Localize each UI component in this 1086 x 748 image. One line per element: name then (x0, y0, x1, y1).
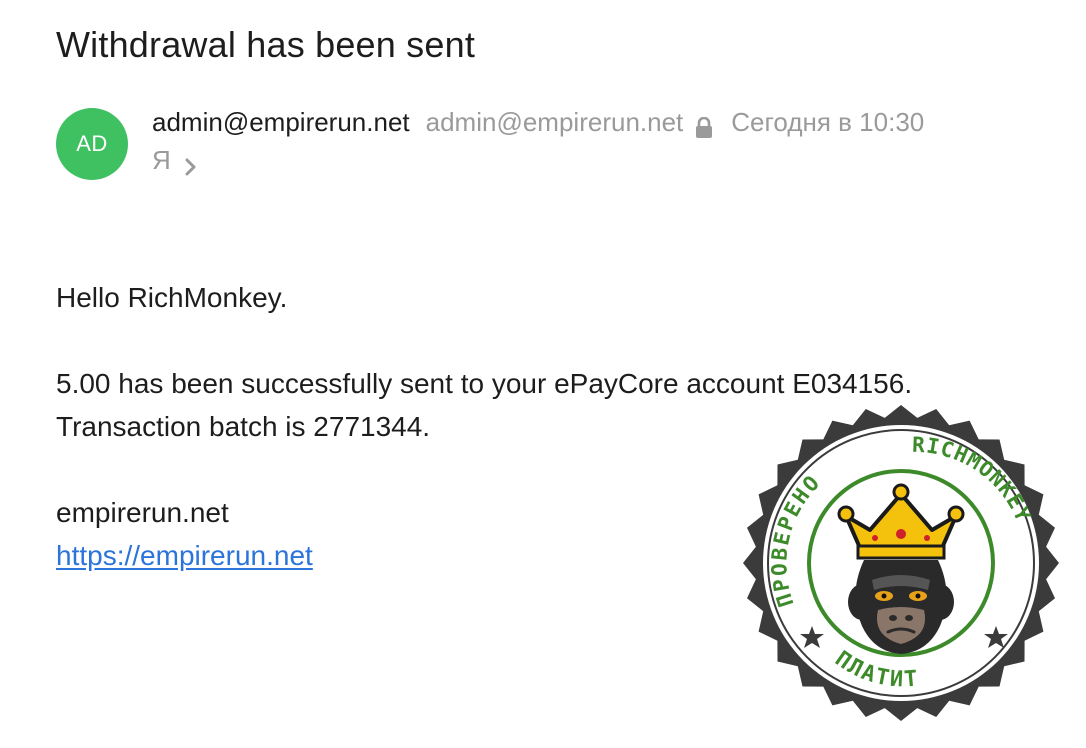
avatar-initials: AD (76, 131, 108, 156)
recipient-line[interactable]: Я (152, 142, 197, 178)
verified-stamp: ПРОВЕРЕНО RICHMONKEY ПЛАТИТ (742, 404, 1060, 722)
sender-email[interactable]: admin@empirerun.net (426, 104, 684, 140)
signature-link[interactable]: https://empirerun.net (56, 540, 313, 571)
greeting: Hello RichMonkey. (56, 282, 288, 313)
sender-name[interactable]: admin@empirerun.net (152, 104, 410, 140)
lock-icon (695, 112, 713, 138)
sender-line: admin@empirerun.net admin@empirerun.net … (152, 104, 924, 140)
email-view: Withdrawal has been sent AD admin@empire… (0, 0, 1086, 748)
email-subject: Withdrawal has been sent (56, 24, 476, 65)
message-date: Сегодня в 10:30 (731, 107, 925, 137)
message-line-1: 5.00 has been successfully sent to your … (56, 368, 913, 399)
avatar[interactable]: AD (56, 108, 128, 180)
chevron-right-icon[interactable] (185, 150, 197, 176)
recipient-name[interactable]: Я (152, 142, 171, 178)
